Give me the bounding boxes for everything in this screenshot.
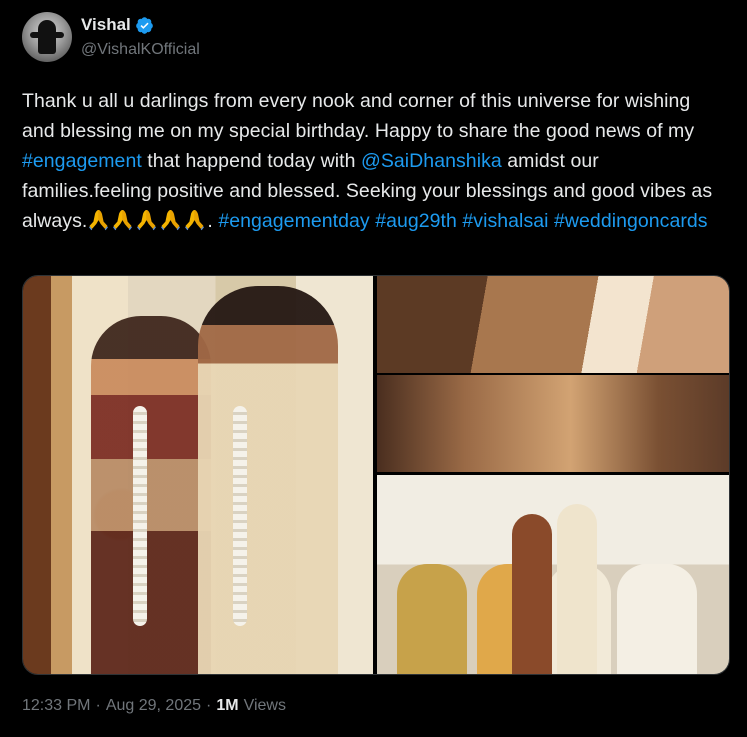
family-photo[interactable]	[377, 475, 729, 674]
folded-hands-emoji-icon	[159, 208, 182, 231]
folded-hands-emoji-icon	[87, 208, 110, 231]
author-handle[interactable]: @VishalKOfficial	[81, 41, 200, 59]
ring-closeup-photo-1[interactable]	[377, 276, 729, 373]
tweet-time[interactable]: 12:33 PM	[22, 697, 90, 715]
tweet-header: Vishal @VishalKOfficial	[22, 12, 722, 62]
hashtag-link[interactable]: #aug29th	[375, 210, 457, 232]
hashtag-link[interactable]: #weddingoncards	[554, 210, 708, 232]
tweet-date[interactable]: Aug 29, 2025	[106, 697, 201, 715]
folded-hands-emoji-icon	[135, 208, 158, 231]
avatar[interactable]	[22, 12, 72, 62]
tweet-text-segment: Thank u all u darlings from every nook a…	[22, 90, 695, 142]
tweet-meta: 12:33 PM · Aug 29, 2025 · 1M Views	[22, 697, 286, 715]
ring-closeup-photo-2[interactable]	[377, 375, 729, 472]
tweet-text: Thank u all u darlings from every nook a…	[22, 86, 727, 236]
meta-separator: ·	[206, 697, 212, 714]
hashtag-link[interactable]: #vishalsai	[462, 210, 548, 232]
tweet-text-segment: .	[207, 210, 219, 232]
meta-separator: ·	[95, 697, 101, 714]
views-count: 1M	[216, 697, 239, 714]
media-grid	[22, 275, 730, 675]
folded-hands-emoji-icon	[111, 208, 134, 231]
author-display-name[interactable]: Vishal	[81, 15, 131, 35]
folded-hands-emoji-icon	[183, 208, 206, 231]
hashtag-link[interactable]: #engagementday	[218, 210, 369, 232]
verified-badge-icon[interactable]	[135, 16, 154, 35]
hashtag-link[interactable]: #engagement	[22, 150, 142, 172]
tweet-text-segment: that happend today with	[141, 150, 361, 172]
couple-photo[interactable]	[23, 276, 373, 674]
views-label: Views	[243, 697, 286, 714]
author-name-row: Vishal	[81, 15, 154, 35]
mention-link[interactable]: @SaiDhanshika	[361, 150, 502, 172]
folded-hands-emoji-group	[87, 210, 207, 232]
